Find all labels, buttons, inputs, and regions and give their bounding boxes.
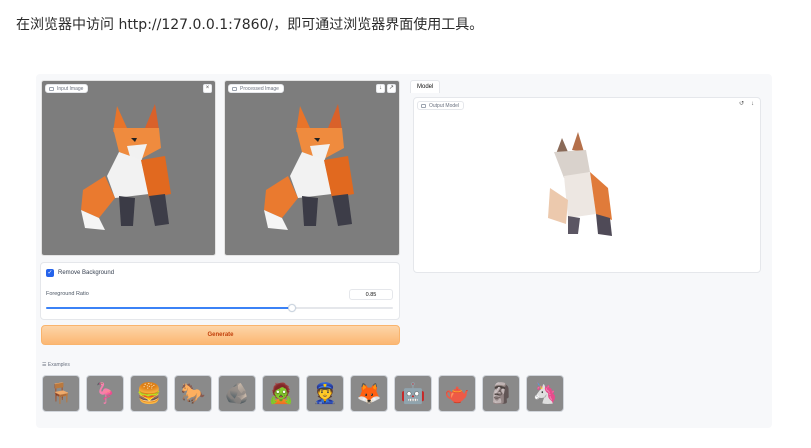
- remove-background-label: Remove Background: [58, 270, 115, 276]
- figure-thumbnail: 🗿: [488, 383, 514, 405]
- processed-image-label: Processed Image: [228, 84, 284, 93]
- example-burger[interactable]: 🍔: [130, 375, 168, 412]
- generate-button[interactable]: Generate: [41, 325, 400, 345]
- example-teapot[interactable]: 🫖: [438, 375, 476, 412]
- download-button[interactable]: ↓: [376, 84, 385, 93]
- remove-background-checkbox[interactable]: ✓ Remove Background: [46, 269, 114, 277]
- rocks-thumbnail: 🪨: [224, 383, 250, 405]
- teapot-thumbnail: 🫖: [444, 383, 470, 405]
- processed-fox-image: [264, 104, 354, 230]
- example-chair[interactable]: 🪑: [42, 375, 80, 412]
- burger-thumbnail: 🍔: [136, 383, 162, 405]
- example-horse[interactable]: 🐎: [174, 375, 212, 412]
- share-icon: ↗: [388, 85, 395, 91]
- image-icon: [49, 86, 54, 91]
- intro-text: 在浏览器中访问 http://127.0.0.1:7860/，即可通过浏览器界面…: [16, 17, 484, 33]
- download-icon: ↓: [751, 101, 754, 107]
- horse-thumbnail: 🐎: [180, 383, 206, 405]
- police-thumbnail: 👮: [312, 383, 338, 405]
- example-flamingo[interactable]: 🦩: [86, 375, 124, 412]
- cube-icon: [421, 103, 426, 108]
- example-robot[interactable]: 🤖: [394, 375, 432, 412]
- example-fox[interactable]: 🦊: [350, 375, 388, 412]
- foreground-ratio-input[interactable]: 0.85: [349, 289, 393, 300]
- example-police[interactable]: 👮: [306, 375, 344, 412]
- example-unicorn[interactable]: 🦄: [526, 375, 564, 412]
- examples-label: ☰ Examples: [42, 362, 70, 368]
- output-model-label: Output Model: [417, 101, 465, 110]
- download-icon: ↓: [379, 85, 382, 91]
- check-icon[interactable]: ✓: [46, 269, 54, 277]
- download-model-button[interactable]: ↓: [748, 101, 757, 110]
- tab-model[interactable]: Model: [410, 80, 441, 93]
- close-icon: ×: [205, 85, 210, 91]
- robot-thumbnail: 🤖: [400, 383, 426, 405]
- example-figure[interactable]: 🗿: [482, 375, 520, 412]
- 3d-fox-model: [548, 132, 612, 236]
- share-button[interactable]: ↗: [387, 84, 396, 93]
- fox-thumbnail: 🦊: [356, 383, 382, 405]
- image-icon: [232, 86, 237, 91]
- reset-view-button[interactable]: ↺: [737, 101, 746, 110]
- unicorn-thumbnail: 🦄: [532, 383, 558, 405]
- undo-icon: ↺: [738, 101, 745, 107]
- input-image-panel[interactable]: Input Image ×: [41, 80, 216, 256]
- foreground-ratio-label: Foreground Ratio: [46, 291, 89, 297]
- slider-fill: [46, 307, 293, 309]
- clear-image-button[interactable]: ×: [203, 84, 212, 93]
- output-model-panel[interactable]: Output Model ↺ ↓: [413, 97, 761, 273]
- foreground-ratio-slider[interactable]: [46, 304, 393, 312]
- chair-thumbnail: 🪑: [48, 383, 74, 405]
- processed-image-panel: Processed Image ↓ ↗: [224, 80, 400, 256]
- flamingo-thumbnail: 🦩: [92, 383, 118, 405]
- example-mummy[interactable]: 🧟: [262, 375, 300, 412]
- example-rocks[interactable]: 🪨: [218, 375, 256, 412]
- examples-gallery: 🪑 🦩 🍔 🐎 🪨 🧟 👮 🦊 🤖 🫖 🗿 🦄: [42, 375, 564, 412]
- fox-image: [80, 104, 171, 230]
- mummy-thumbnail: 🧟: [268, 383, 294, 405]
- input-image-label: Input Image: [45, 84, 89, 93]
